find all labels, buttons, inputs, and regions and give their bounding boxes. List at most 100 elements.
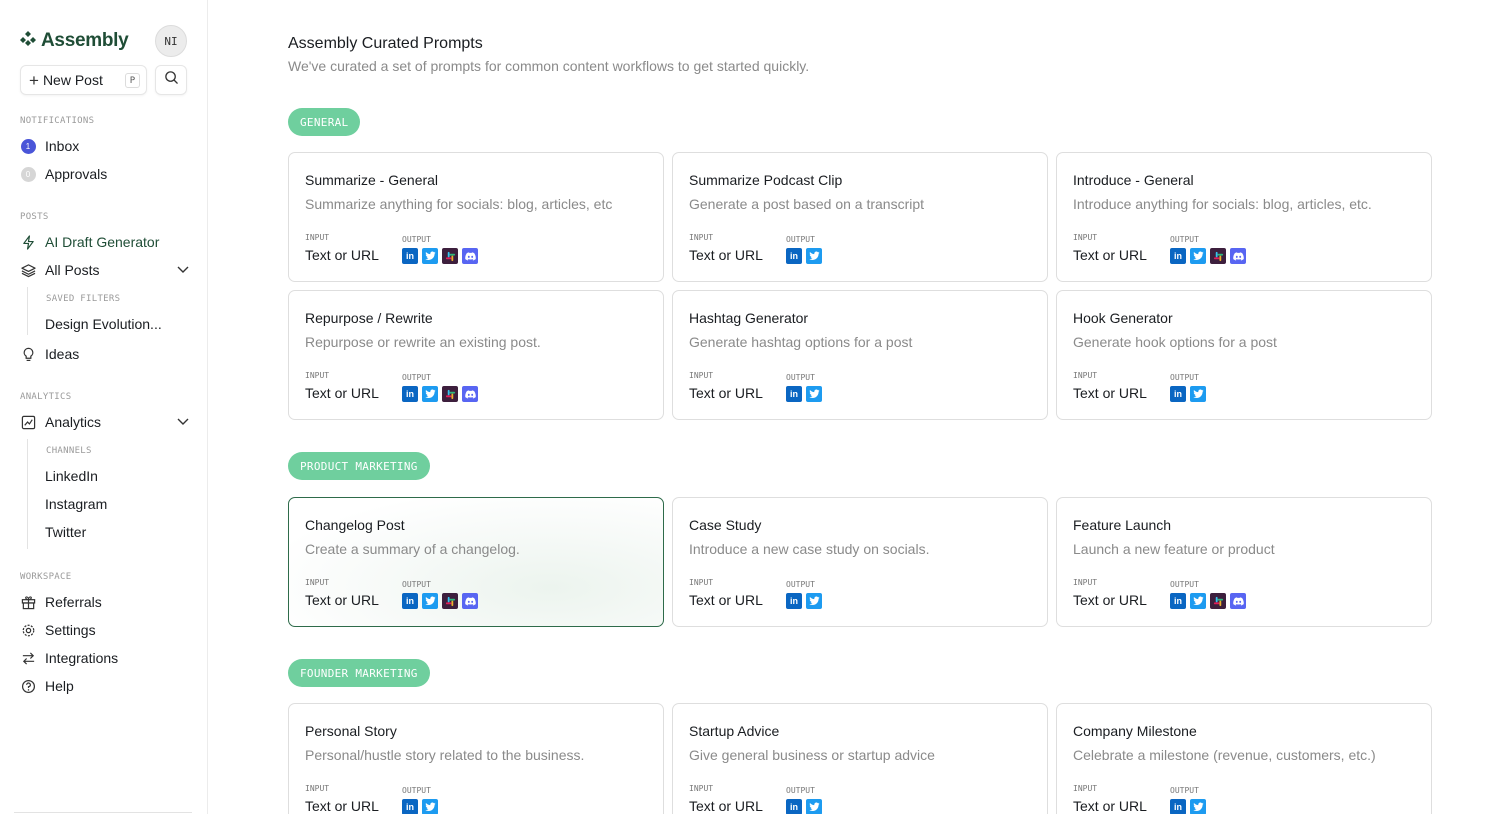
channel-item-instagram[interactable]: Instagram: [45, 496, 107, 512]
output-label: OUTPUT: [1170, 235, 1199, 244]
sidebar-item-inbox[interactable]: 1 Inbox: [20, 135, 190, 157]
twitter-icon: [1190, 593, 1206, 609]
prompt-card[interactable]: Case Study Introduce a new case study on …: [672, 497, 1048, 627]
card-description: Repurpose or rewrite an existing post.: [305, 334, 541, 350]
input-label: INPUT: [1073, 233, 1098, 242]
prompt-card[interactable]: Hashtag Generator Generate hashtag option…: [672, 290, 1048, 420]
assembly-logo-icon: [20, 30, 36, 52]
channel-item-linkedin[interactable]: LinkedIn: [45, 468, 98, 484]
sidebar-item-analytics[interactable]: Analytics: [20, 411, 190, 433]
card-title: Case Study: [689, 517, 762, 533]
output-label: OUTPUT: [1170, 580, 1199, 589]
linkedin-icon: in: [1170, 593, 1186, 609]
output-label: OUTPUT: [786, 373, 815, 382]
sidebar-item-all-posts[interactable]: All Posts: [20, 259, 190, 281]
output-icons: in: [402, 386, 478, 402]
search-button[interactable]: [155, 65, 187, 95]
linkedin-icon: in: [402, 799, 418, 814]
workspace-section-label: WORKSPACE: [20, 572, 72, 582]
category-pill: GENERAL: [288, 108, 361, 136]
prompt-card[interactable]: Summarize Podcast Clip Generate a post ba…: [672, 152, 1048, 282]
input-label: INPUT: [1073, 371, 1098, 380]
prompt-card[interactable]: Startup Advice Give general business or s…: [672, 703, 1048, 814]
input-label: INPUT: [689, 784, 714, 793]
prompt-card[interactable]: Feature Launch Launch a new feature or pr…: [1056, 497, 1432, 627]
input-value: Text or URL: [305, 592, 379, 608]
card-title: Changelog Post: [305, 517, 405, 533]
sidebar-item-approvals[interactable]: 0 Approvals: [20, 163, 190, 185]
search-icon: [164, 70, 179, 90]
brand-name: Assembly: [41, 30, 129, 51]
sidebar-item-label: Inbox: [45, 138, 80, 154]
input-label: INPUT: [689, 371, 714, 380]
saved-filters-label: SAVED FILTERS: [46, 294, 121, 304]
user-avatar[interactable]: NI: [155, 25, 187, 57]
output-icons: in: [1170, 248, 1246, 264]
card-description: Launch a new feature or product: [1073, 541, 1275, 557]
twitter-icon: [1190, 799, 1206, 814]
category-pill: FOUNDER MARKETING: [288, 659, 430, 687]
discord-icon: [462, 248, 478, 264]
gift-icon: [20, 594, 36, 610]
card-title: Introduce - General: [1073, 172, 1194, 188]
output-label: OUTPUT: [786, 235, 815, 244]
card-title: Startup Advice: [689, 723, 780, 739]
input-label: INPUT: [305, 233, 330, 242]
inbox-count-badge: 1: [20, 138, 36, 154]
slack-icon: [442, 593, 458, 609]
chart-icon: [20, 414, 36, 430]
slack-icon: [442, 386, 458, 402]
sidebar-item-ideas[interactable]: Ideas: [20, 343, 190, 365]
discord-icon: [1230, 593, 1246, 609]
channel-item-twitter[interactable]: Twitter: [45, 524, 86, 540]
sidebar-item-settings[interactable]: Settings: [20, 619, 190, 641]
twitter-icon: [1190, 248, 1206, 264]
prompt-card[interactable]: Company Milestone Celebrate a milestone (…: [1056, 703, 1432, 814]
linkedin-icon: in: [402, 248, 418, 264]
prompt-card[interactable]: Personal Story Personal/hustle story rela…: [288, 703, 664, 814]
sidebar-item-ai-draft-generator[interactable]: AI Draft Generator: [20, 231, 190, 253]
input-value: Text or URL: [1073, 592, 1147, 608]
prompt-card[interactable]: Summarize - General Summarize anything fo…: [288, 152, 664, 282]
sidebar-item-label: Integrations: [45, 650, 119, 666]
input-label: INPUT: [689, 233, 714, 242]
shortcut-key: P: [125, 73, 140, 88]
input-value: Text or URL: [305, 798, 379, 814]
output-icons: in: [786, 248, 822, 264]
twitter-icon: [1190, 386, 1206, 402]
linkedin-icon: in: [786, 386, 802, 402]
notifications-section-label: NOTIFICATIONS: [20, 116, 95, 126]
input-value: Text or URL: [689, 798, 763, 814]
output-icons: in: [1170, 799, 1206, 814]
prompt-card[interactable]: Introduce - General Introduce anything fo…: [1056, 152, 1432, 282]
card-description: Generate hashtag options for a post: [689, 334, 913, 350]
sidebar-item-integrations[interactable]: Integrations: [20, 647, 190, 669]
sidebar-item-label: Analytics: [45, 414, 102, 430]
saved-filter-item[interactable]: Design Evolution...: [45, 316, 162, 332]
twitter-icon: [422, 593, 438, 609]
chevron-down-icon[interactable]: [176, 262, 190, 279]
prompt-card[interactable]: Repurpose / Rewrite Repurpose or rewrite …: [288, 290, 664, 420]
new-post-label: New Post: [42, 72, 103, 88]
output-icons: in: [1170, 593, 1246, 609]
sidebar-item-label: All Posts: [45, 262, 100, 278]
card-description: Celebrate a milestone (revenue, customer…: [1073, 747, 1376, 763]
prompt-card[interactable]: Changelog Post Create a summary of a chan…: [288, 497, 664, 627]
linkedin-icon: in: [786, 248, 802, 264]
sidebar-item-help[interactable]: Help: [20, 675, 190, 697]
arrows-swap-icon: [20, 650, 36, 666]
discord-icon: [462, 593, 478, 609]
card-description: Summarize anything for socials: blog, ar…: [305, 196, 613, 212]
sidebar-item-referrals[interactable]: Referrals: [20, 591, 190, 613]
card-title: Hook Generator: [1073, 310, 1173, 326]
channels-label: CHANNELS: [46, 446, 92, 456]
page-title: Assembly Curated Prompts: [288, 35, 483, 52]
chevron-down-icon[interactable]: [176, 414, 190, 431]
input-label: INPUT: [305, 371, 330, 380]
input-label: INPUT: [1073, 578, 1098, 587]
prompt-card[interactable]: Hook Generator Generate hook options for …: [1056, 290, 1432, 420]
new-post-button[interactable]: + New Post P: [20, 65, 147, 95]
card-description: Give general business or startup advice: [689, 747, 935, 763]
brand-logo[interactable]: Assembly: [20, 30, 129, 52]
input-label: INPUT: [1073, 784, 1098, 793]
